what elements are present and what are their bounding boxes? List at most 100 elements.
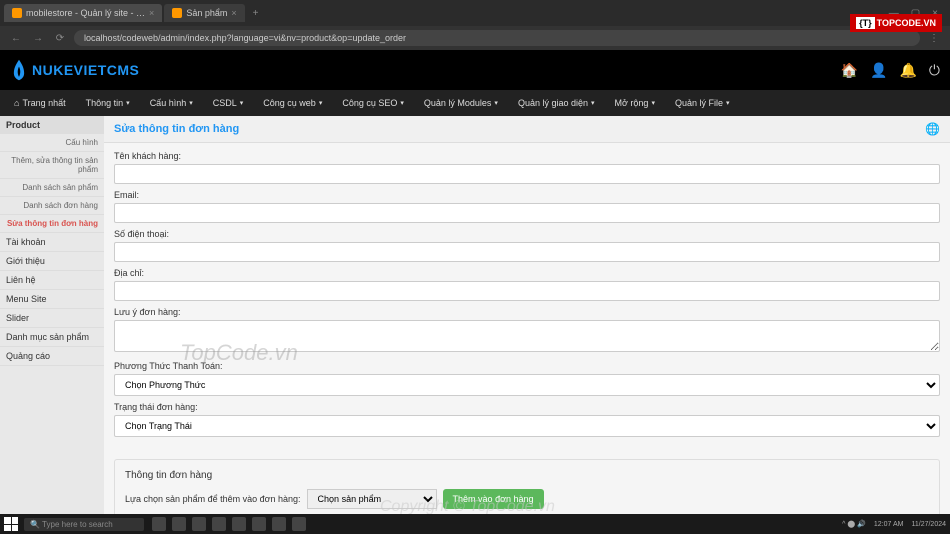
select-product[interactable]: Chọn sản phẩm: [307, 489, 437, 509]
tab-title: mobilestore - Quản lý site - …: [26, 8, 145, 18]
nav-file[interactable]: Quản lý File▾: [665, 90, 740, 116]
flame-icon: [10, 58, 28, 82]
taskbar: 🔍 Type here to search ^ ⬤ 🔊 12:07 AM 11/…: [0, 514, 950, 534]
sidebar-item-order-list[interactable]: Danh sách đơn hàng: [0, 197, 104, 215]
tab-title: Sản phẩm: [186, 8, 227, 18]
order-title: Thông tin đơn hàng: [125, 470, 929, 481]
cms-header: NUKEVIETCMS 🏠 👤 🔔 ⏻: [0, 50, 950, 90]
tray-time[interactable]: 12:07 AM: [874, 521, 904, 528]
nav-home[interactable]: ⌂Trang nhất: [4, 90, 76, 116]
tray-date[interactable]: 11/27/2024: [911, 521, 946, 528]
sidebar-category[interactable]: Danh mục sản phẩm: [0, 328, 104, 347]
label-payment: Phương Thức Thanh Toán:: [114, 361, 940, 371]
tab-close-icon[interactable]: ×: [231, 8, 236, 18]
sidebar-ads[interactable]: Quảng cáo: [0, 347, 104, 366]
task-icon[interactable]: [172, 517, 186, 531]
forward-icon[interactable]: →: [30, 33, 46, 44]
task-icon[interactable]: [252, 517, 266, 531]
select-payment[interactable]: Chọn Phương Thức: [114, 374, 940, 396]
caret-icon: ▾: [651, 99, 655, 107]
sidebar-head: Product: [0, 116, 104, 134]
start-button[interactable]: [4, 517, 18, 531]
sidebar-slider[interactable]: Slider: [0, 309, 104, 328]
task-icon[interactable]: [232, 517, 246, 531]
label-address: Địa chỉ:: [114, 268, 940, 278]
nav-theme[interactable]: Quản lý giao diện▾: [508, 90, 605, 116]
browser-tab-bar: mobilestore - Quản lý site - … × Sản phẩ…: [0, 0, 950, 26]
label-note: Lưu ý đơn hàng:: [114, 307, 940, 317]
nav-webtools[interactable]: Công cụ web▾: [253, 90, 332, 116]
sidebar-item-edit-order[interactable]: Sửa thông tin đơn hàng: [0, 215, 104, 233]
sidebar-item-config[interactable]: Cấu hình: [0, 134, 104, 152]
task-icon[interactable]: [272, 517, 286, 531]
nav-config[interactable]: Cấu hình▾: [140, 90, 203, 116]
url-input[interactable]: localhost/codeweb/admin/index.php?langua…: [74, 30, 920, 46]
main-nav: ⌂Trang nhất Thông tin▾ Cấu hình▾ CSDL▾ C…: [0, 90, 950, 116]
sidebar-item-product-list[interactable]: Danh sách sản phẩm: [0, 179, 104, 197]
tab-close-icon[interactable]: ×: [149, 8, 154, 18]
home-icon: ⌂: [14, 98, 19, 108]
nav-db[interactable]: CSDL▾: [203, 90, 254, 116]
browser-tab[interactable]: mobilestore - Quản lý site - … ×: [4, 4, 162, 22]
caret-icon: ▾: [494, 99, 498, 107]
tray-icons[interactable]: ^ ⬤ 🔊: [842, 520, 866, 528]
order-select-label: Lựa chọn sản phẩm để thêm vào đơn hàng:: [125, 494, 301, 504]
main-panel: Sửa thông tin đơn hàng 🌐 Tên khách hàng:…: [104, 116, 950, 534]
task-icon[interactable]: [152, 517, 166, 531]
label-email: Email:: [114, 190, 940, 200]
caret-icon: ▾: [126, 99, 130, 107]
task-icon[interactable]: [292, 517, 306, 531]
taskbar-search[interactable]: 🔍 Type here to search: [24, 518, 144, 531]
back-icon[interactable]: ←: [8, 33, 24, 44]
bell-icon[interactable]: 🔔: [899, 62, 916, 79]
input-customer[interactable]: [114, 164, 940, 184]
order-add-row: Lựa chọn sản phẩm để thêm vào đơn hàng: …: [125, 489, 929, 509]
page-title: Sửa thông tin đơn hàng: [114, 123, 239, 135]
label-phone: Số điện thoại:: [114, 229, 940, 239]
address-bar: ← → ⟳ localhost/codeweb/admin/index.php?…: [0, 26, 950, 50]
select-status[interactable]: Chọn Trạng Thái: [114, 415, 940, 437]
input-address[interactable]: [114, 281, 940, 301]
caret-icon: ▾: [591, 99, 595, 107]
browser-tab[interactable]: Sản phẩm ×: [164, 4, 244, 22]
sidebar-about[interactable]: Giới thiệu: [0, 252, 104, 271]
url-text: localhost/codeweb/admin/index.php?langua…: [84, 33, 406, 43]
reload-icon[interactable]: ⟳: [52, 33, 68, 44]
tab-favicon: [12, 8, 22, 18]
tab-favicon: [172, 8, 182, 18]
caret-icon: ▾: [726, 99, 730, 107]
nav-seo[interactable]: Công cụ SEO▾: [332, 90, 414, 116]
task-icons: [152, 517, 306, 531]
nav-info[interactable]: Thông tin▾: [76, 90, 140, 116]
sidebar-menu[interactable]: Menu Site: [0, 290, 104, 309]
sidebar-contact[interactable]: Liên hệ: [0, 271, 104, 290]
caret-icon: ▾: [400, 99, 404, 107]
task-icon[interactable]: [212, 517, 226, 531]
nav-ext[interactable]: Mở rộng▾: [605, 90, 665, 116]
add-button[interactable]: Thêm vào đơn hàng: [443, 489, 544, 509]
topcode-logo: {T}TOPCODE.VN: [850, 14, 942, 32]
cms-logo-text: NUKEVIETCMS: [32, 62, 139, 78]
header-icons: 🏠 👤 🔔 ⏻: [841, 62, 940, 79]
caret-icon: ▾: [240, 99, 244, 107]
content-area: Product Cấu hình Thêm, sửa thông tin sản…: [0, 116, 950, 534]
label-customer: Tên khách hàng:: [114, 151, 940, 161]
caret-icon: ▾: [319, 99, 323, 107]
sidebar-account[interactable]: Tài khoản: [0, 233, 104, 252]
nav-modules[interactable]: Quản lý Modules▾: [414, 90, 508, 116]
sidebar: Product Cấu hình Thêm, sửa thông tin sản…: [0, 116, 104, 534]
cms-logo[interactable]: NUKEVIETCMS: [10, 58, 139, 82]
form-area: Tên khách hàng: Email: Số điện thoại: Đị…: [104, 143, 950, 451]
input-note[interactable]: [114, 320, 940, 352]
new-tab-button[interactable]: +: [247, 8, 265, 19]
home-icon[interactable]: 🏠: [841, 62, 858, 79]
globe-icon[interactable]: 🌐: [925, 122, 940, 136]
user-icon[interactable]: 👤: [870, 62, 887, 79]
task-icon[interactable]: [192, 517, 206, 531]
input-phone[interactable]: [114, 242, 940, 262]
menu-icon[interactable]: ⋮: [926, 33, 942, 44]
page-head: Sửa thông tin đơn hàng 🌐: [104, 116, 950, 143]
power-icon[interactable]: ⏻: [929, 62, 940, 79]
sidebar-item-edit-product[interactable]: Thêm, sửa thông tin sản phẩm: [0, 152, 104, 179]
input-email[interactable]: [114, 203, 940, 223]
